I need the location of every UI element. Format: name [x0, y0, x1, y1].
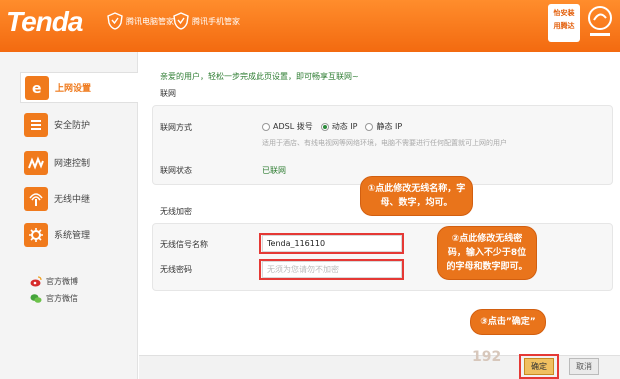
sidebar-item-security[interactable]: 安全防护 — [20, 109, 138, 140]
callout-ssid: ①点此修改无线名称，字母、数字，均可。 — [360, 176, 473, 216]
radio-dot — [262, 122, 270, 131]
tencent-shield-icon — [107, 12, 123, 30]
section-wireless-title: 无线加密 — [160, 207, 192, 216]
ssid-input[interactable] — [262, 235, 402, 252]
brand-tencent-pc: 腾讯电脑管家 — [107, 12, 174, 30]
badge-line1: 怡安装 — [553, 9, 575, 17]
connection-hint: 适用于酒店、有线电视网等网络环境，电脑不需要进行任何配置就可上网的用户 — [262, 139, 507, 147]
sidebar-item-internet[interactable]: e 上网设置 — [20, 72, 138, 103]
status-value: 已联网 — [262, 166, 286, 175]
radio-static-ip-label: 静态 IP — [376, 122, 403, 131]
ok-button[interactable]: 确定 — [524, 358, 554, 375]
shield-icon — [24, 112, 48, 137]
tencent-shield-icon — [173, 12, 189, 30]
wireless-panel: 无线信号名称 无线密码 — [152, 223, 613, 291]
radio-adsl-label: ADSL 拨号 — [273, 122, 313, 131]
section-internet-title: 联网 — [160, 89, 176, 98]
radio-dynamic-ip-label: 动态 IP — [331, 122, 358, 131]
ssid-label: 无线信号名称 — [160, 240, 208, 249]
radio-static-ip[interactable]: 静态 IP — [365, 121, 402, 132]
svg-text:e: e — [32, 81, 42, 96]
gear-icon — [24, 222, 48, 247]
radio-adsl[interactable]: ADSL 拨号 — [262, 121, 313, 132]
sidebar-item-label: 无线中继 — [54, 195, 91, 205]
watermark: 192 — [472, 349, 502, 365]
sidebar-item-repeater[interactable]: 无线中继 — [20, 183, 138, 214]
radio-dot-selected — [320, 122, 329, 131]
wechat-icon — [30, 294, 42, 303]
wechat-label: 官方微信 — [46, 294, 78, 303]
callout-password: ②点此修改无线密码，输入不少于8位的字母和数字即可。 — [437, 226, 537, 280]
weibo-label: 官方微博 — [46, 277, 78, 286]
welcome-text: 亲爱的用户，轻松一步完成此页设置，即可畅享互联网~ — [160, 72, 359, 81]
status-label: 联网状态 — [160, 166, 192, 175]
connection-type-options: ADSL 拨号 动态 IP 静态 IP — [262, 121, 410, 132]
install-badge: 怡安装 用腾达 — [548, 4, 580, 42]
password-input[interactable] — [262, 261, 402, 278]
connection-type-label: 联网方式 — [160, 123, 192, 132]
sidebar-item-label: 网速控制 — [54, 159, 91, 169]
tenda-logo: Tenda — [6, 6, 83, 37]
partner-logo-icon — [588, 6, 612, 36]
badge-line2: 用腾达 — [553, 22, 575, 30]
brand-tencent-pc-label: 腾讯电脑管家 — [126, 16, 174, 26]
main-content: 亲爱的用户，轻松一步完成此页设置，即可畅享互联网~ 联网 联网方式 ADSL 拨… — [139, 52, 620, 379]
radio-dot — [365, 122, 374, 131]
cancel-button[interactable]: 取消 — [569, 358, 599, 375]
radio-dynamic-ip[interactable]: 动态 IP — [320, 121, 358, 132]
internet-e-icon: e — [25, 75, 49, 100]
sidebar-item-label: 安全防护 — [54, 121, 91, 131]
weibo-link[interactable]: 官方微博 — [30, 276, 78, 287]
sidebar: e 上网设置 安全防护 网速控制 无线中继 系统管理 官方微博 官方微信 — [0, 52, 138, 379]
sidebar-item-system[interactable]: 系统管理 — [20, 219, 138, 250]
sidebar-item-speed[interactable]: 网速控制 — [20, 147, 138, 178]
brand-tencent-mobile-label: 腾讯手机管家 — [192, 16, 240, 26]
sidebar-item-label: 上网设置 — [55, 84, 92, 94]
wechat-link[interactable]: 官方微信 — [30, 293, 78, 304]
weibo-icon — [30, 276, 42, 287]
sidebar-item-label: 系统管理 — [54, 231, 91, 241]
password-label: 无线密码 — [160, 265, 192, 274]
header-bar: Tenda 腾讯电脑管家 腾讯手机管家 怡安装 用腾达 — [0, 0, 620, 52]
wireless-repeater-icon — [24, 186, 48, 211]
callout-confirm: ③点击”确定” — [470, 309, 546, 335]
internet-panel: 联网方式 ADSL 拨号 动态 IP 静态 IP 适用于酒店、有线电视网等网络环… — [152, 105, 613, 185]
speed-control-icon — [24, 150, 48, 175]
brand-tencent-mobile: 腾讯手机管家 — [173, 12, 240, 30]
